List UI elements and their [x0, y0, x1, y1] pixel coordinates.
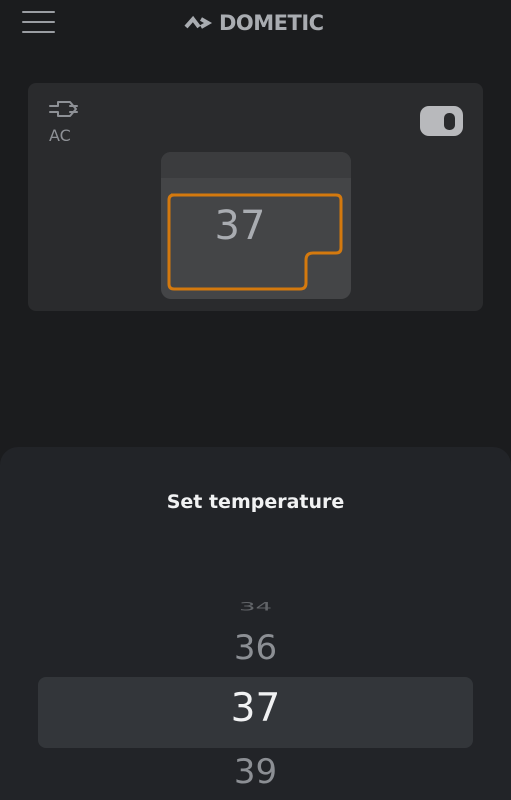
- brand-logo: DOMETIC: [184, 8, 324, 38]
- plug-icon: [49, 101, 78, 117]
- picker-option[interactable]: 39: [0, 752, 511, 792]
- power-toggle[interactable]: [420, 106, 463, 136]
- picker-option[interactable]: 36: [0, 628, 511, 668]
- sheet-title: Set temperature: [166, 491, 345, 513]
- picker-option[interactable]: 34: [0, 592, 511, 616]
- dometic-logo-icon: [184, 15, 213, 29]
- power-source-label: AC: [49, 126, 71, 145]
- compartment-temperature[interactable]: 37: [201, 203, 279, 249]
- toggle-knob: [444, 113, 455, 130]
- app-screen: DOMETIC AC 37 Set temperature 34 36 37 3…: [0, 0, 511, 800]
- brand-name: DOMETIC: [219, 11, 324, 35]
- picker-selected-option[interactable]: 37: [0, 686, 511, 731]
- hamburger-menu-icon[interactable]: [22, 11, 55, 35]
- fridge-lid: [161, 152, 351, 178]
